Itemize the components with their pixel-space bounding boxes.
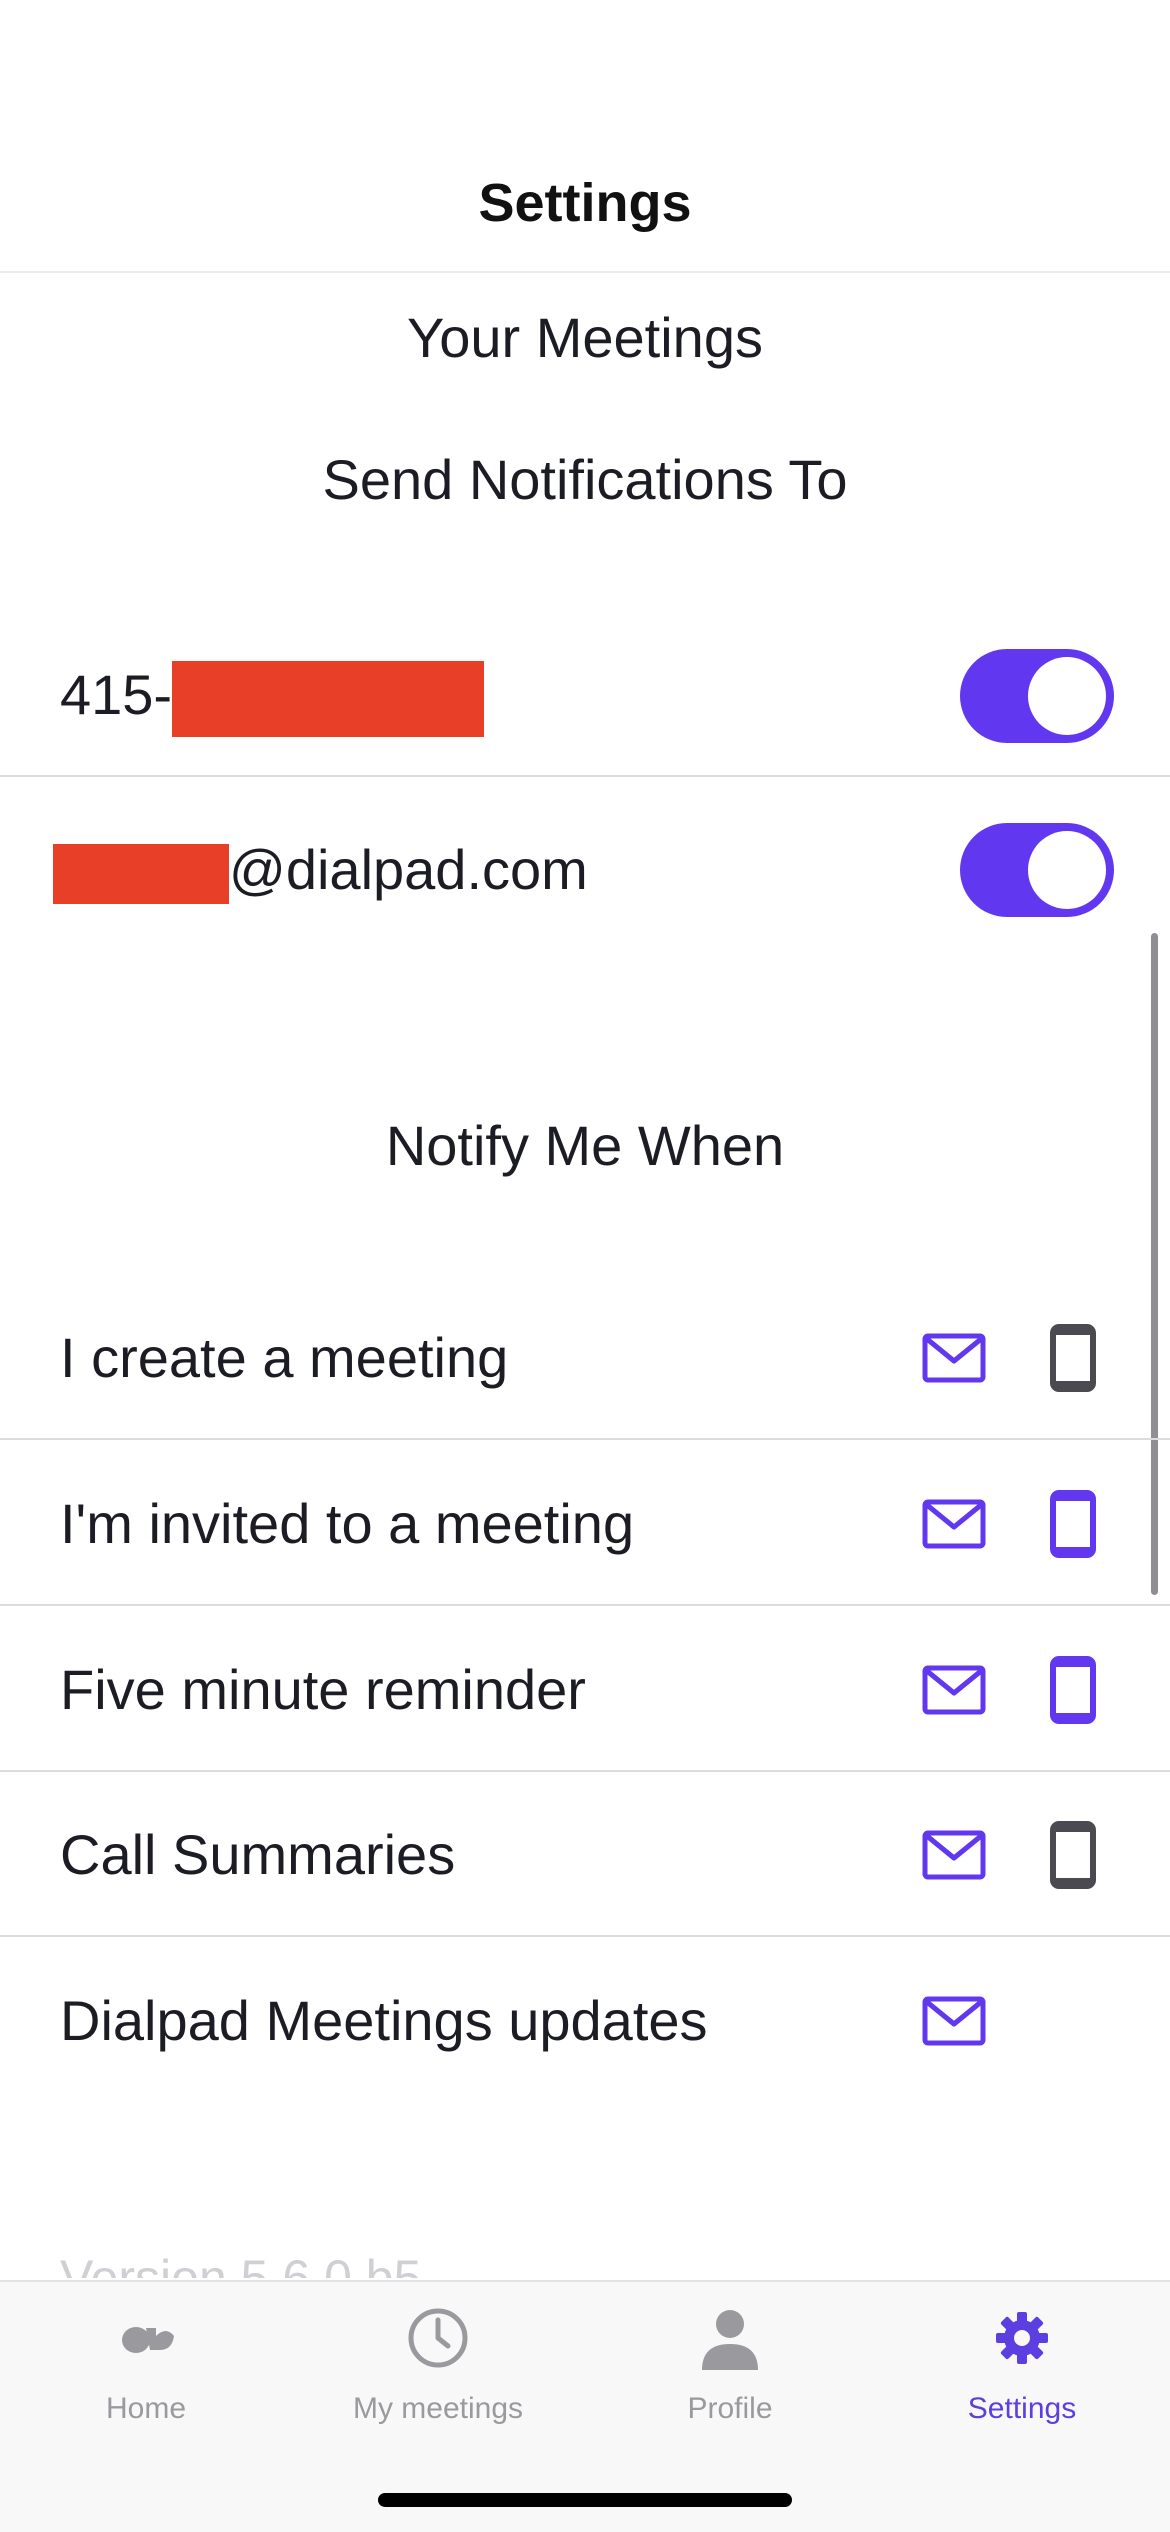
tab-my-meetings[interactable]: My meetings xyxy=(292,2282,584,2462)
notification-row-five-minute-reminder: Five minute reminder xyxy=(0,1607,1170,1772)
redaction-block xyxy=(53,844,229,905)
notification-row-create-meeting: I create a meeting xyxy=(0,1275,1170,1440)
gear-icon xyxy=(996,2312,1048,2364)
email-icon[interactable] xyxy=(922,1333,986,1383)
toggle-knob xyxy=(1028,657,1106,735)
email-icon[interactable] xyxy=(922,1665,986,1715)
tab-home-label: Home xyxy=(105,2392,187,2425)
notification-label: I create a meeting xyxy=(60,1326,509,1389)
notification-row-invited: I'm invited to a meeting xyxy=(0,1441,1170,1606)
notification-label: I'm invited to a meeting xyxy=(60,1492,635,1555)
tab-my-meetings-label: My meetings xyxy=(352,2392,524,2425)
notification-label: Five minute reminder xyxy=(60,1658,586,1721)
tab-settings[interactable]: Settings xyxy=(876,2282,1168,2462)
notification-label: Call Summaries xyxy=(60,1823,456,1886)
home-indicator[interactable] xyxy=(378,2493,792,2507)
phone-number-prefix: 415- xyxy=(60,663,173,726)
tab-profile-label: Profile xyxy=(687,2392,773,2425)
email-icon[interactable] xyxy=(922,1996,986,2046)
person-icon xyxy=(702,2310,758,2370)
phone-notification-toggle[interactable] xyxy=(960,649,1114,743)
section-title-send-notifications: Send Notifications To xyxy=(322,448,848,511)
phone-number-label: 415- xyxy=(60,612,485,777)
redaction-block xyxy=(172,661,485,738)
email-notification-toggle[interactable] xyxy=(960,823,1114,917)
navigation-header: Settings xyxy=(0,0,1170,273)
app-version-label: Version 5.6.0 b5 xyxy=(60,2250,422,2278)
email-address-suffix: @dialpad.com xyxy=(229,838,588,901)
mobile-phone-icon[interactable] xyxy=(1050,1324,1096,1392)
section-title-notify-me-when: Notify Me When xyxy=(385,1114,785,1177)
notification-row-call-summaries: Call Summaries xyxy=(0,1772,1170,1937)
email-icon[interactable] xyxy=(922,1830,986,1880)
tab-home[interactable]: Home xyxy=(0,2282,292,2462)
destination-row-phone: 415- xyxy=(0,612,1170,777)
notification-label: Dialpad Meetings updates xyxy=(60,1989,708,2052)
dialpad-logo-icon xyxy=(122,2327,174,2353)
tab-settings-label: Settings xyxy=(967,2392,1077,2425)
section-title-your-meetings: Your Meetings xyxy=(407,306,763,369)
page-title: Settings xyxy=(478,173,692,233)
mobile-phone-icon[interactable] xyxy=(1050,1656,1096,1724)
toggle-knob xyxy=(1028,831,1106,909)
tab-profile[interactable]: Profile xyxy=(584,2282,876,2462)
email-address-label: @dialpad.com xyxy=(53,787,588,952)
destination-row-email: @dialpad.com xyxy=(0,787,1170,952)
email-icon[interactable] xyxy=(922,1499,986,1549)
mobile-phone-icon[interactable] xyxy=(1050,1821,1096,1889)
clock-icon xyxy=(408,2308,468,2368)
mobile-phone-icon[interactable] xyxy=(1050,1490,1096,1558)
notification-row-dialpad-updates: Dialpad Meetings updates xyxy=(0,1938,1170,2103)
